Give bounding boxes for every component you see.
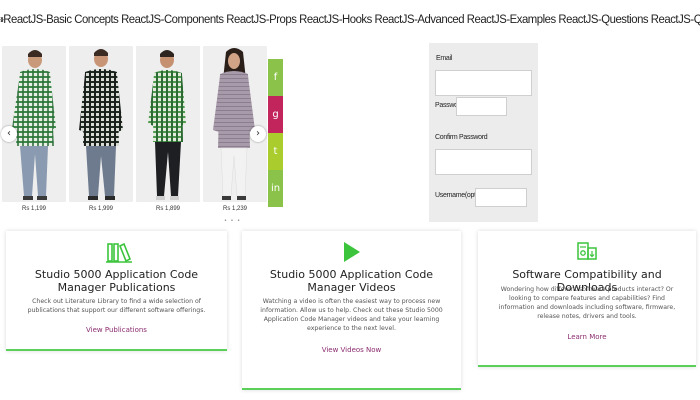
username-field[interactable] <box>475 188 527 207</box>
carousel-dots[interactable]: • • • <box>224 218 241 224</box>
product-price: Rs 1,999 <box>88 206 113 212</box>
card-title: Studio 5000 Application Code Manager Vid… <box>269 268 434 294</box>
play-icon <box>344 242 360 262</box>
product-price: Rs 1,899 <box>155 206 180 212</box>
nav-next-arrow[interactable]: › <box>0 12 700 30</box>
product-image <box>2 46 66 202</box>
carousel-next-button[interactable]: › <box>250 126 266 142</box>
carousel-prev-button[interactable]: ‹ <box>1 126 17 142</box>
product-price: Rs 1,239 <box>222 206 247 212</box>
product-card[interactable]: Rs 1,199 <box>2 46 66 212</box>
learn-more-link[interactable]: Learn More <box>478 333 696 341</box>
password-field[interactable] <box>456 97 507 116</box>
product-carousel: Rs 1,199 Rs 1,999 Rs 1,899 Rs 1,239 ‹ › … <box>0 46 270 224</box>
view-videos-link[interactable]: View Videos Now <box>242 346 461 354</box>
card-title: Studio 5000 Application Code Manager Pub… <box>34 268 199 294</box>
email-label: Email <box>436 55 453 62</box>
facebook-icon[interactable]: f <box>268 59 283 96</box>
downloads-card: Software Compatibility and Downloads Won… <box>478 231 696 367</box>
product-card[interactable]: Rs 1,239 <box>203 46 267 212</box>
linkedin-icon[interactable]: in <box>268 170 283 207</box>
videos-card: Studio 5000 Application Code Manager Vid… <box>242 231 461 390</box>
email-field[interactable] <box>435 70 532 96</box>
product-price: Rs 1,199 <box>21 206 46 212</box>
social-share-bar: f g t in <box>268 59 283 207</box>
publications-card: Studio 5000 Application Code Manager Pub… <box>6 231 227 351</box>
google-plus-icon[interactable]: g <box>268 96 283 133</box>
signup-form: Email Password Confirm Password Username… <box>429 43 538 222</box>
confirm-password-label: Confirm Password <box>435 134 488 141</box>
books-icon <box>106 242 132 263</box>
card-description: Watching a video is often the easiest wa… <box>260 298 443 332</box>
product-image <box>136 46 200 202</box>
confirm-password-field[interactable] <box>435 149 532 175</box>
product-image <box>69 46 133 202</box>
product-image <box>203 46 267 202</box>
card-description: Check out Literature Library to find a w… <box>27 298 206 314</box>
product-card[interactable]: Rs 1,999 <box>69 46 133 212</box>
download-icon <box>577 242 597 260</box>
twitter-icon[interactable]: t <box>268 133 283 170</box>
card-description: Wondering how different software product… <box>498 286 676 320</box>
view-publications-link[interactable]: View Publications <box>6 326 227 334</box>
product-card[interactable]: Rs 1,899 <box>136 46 200 212</box>
